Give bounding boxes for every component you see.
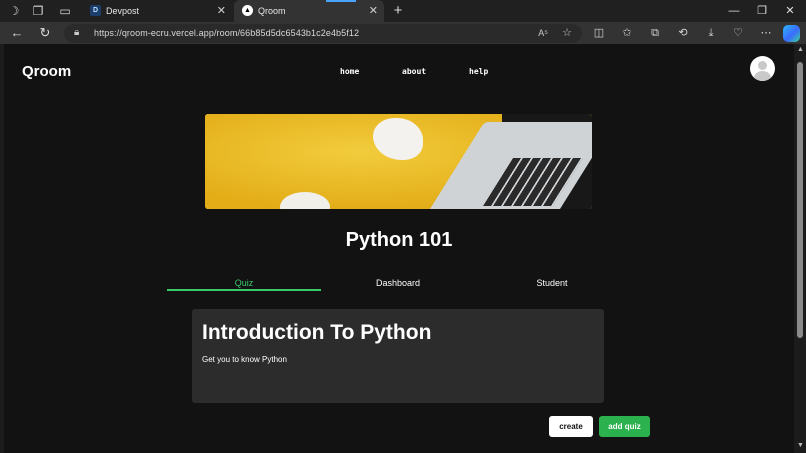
page-title: Python 101 (345, 229, 453, 251)
favorite-star-icon[interactable]: ☆ (562, 26, 572, 41)
workspaces-icon[interactable]: ❐ (30, 3, 46, 19)
scrollbar-thumb[interactable] (797, 62, 803, 338)
tab-dashboard[interactable]: Dashboard (321, 278, 475, 288)
tab-student[interactable]: Student (475, 278, 629, 288)
close-icon[interactable]: ✕ (217, 0, 226, 22)
page-scrollbar[interactable]: ▲ ▼ (794, 44, 806, 453)
close-window-icon[interactable]: ✕ (776, 0, 804, 22)
scroll-up-icon[interactable]: ▲ (797, 46, 804, 53)
browser-window: ☽ ❐ ▭ D Devpost ✕ ▲ Qroom ✕ + — ❐ ✕ ← ↻ … (0, 0, 806, 453)
refresh-icon[interactable]: ↻ (37, 25, 53, 41)
nav-home[interactable]: home (340, 67, 359, 76)
restore-icon[interactable]: ❐ (748, 0, 776, 22)
site-logo[interactable]: Qroom (22, 63, 71, 80)
vercel-favicon-icon: ▲ (242, 5, 253, 16)
address-bar[interactable]: 🔒︎ https://qroom-ecru.vercel.app/room/66… (64, 24, 582, 43)
add-quiz-button[interactable]: add quiz (599, 416, 650, 437)
url-text[interactable]: https://qroom-ecru.vercel.app/room/66b85… (94, 24, 359, 43)
back-icon[interactable]: ← (9, 25, 25, 41)
split-screen-icon[interactable]: ◫ (591, 25, 607, 41)
downloads-icon[interactable]: ⤓ (703, 25, 719, 41)
read-aloud-icon[interactable]: A⁵ (538, 26, 548, 41)
room-banner-image (205, 114, 592, 209)
quiz-title: Introduction To Python (202, 321, 432, 344)
vertical-tabs-icon[interactable]: ▭ (57, 3, 73, 19)
history-icon[interactable]: ⟲ (675, 25, 691, 41)
nav-help[interactable]: help (469, 67, 488, 76)
tab-title: Qroom (258, 6, 286, 16)
more-menu-icon[interactable]: ⋯ (758, 25, 774, 41)
copilot-icon[interactable] (783, 25, 800, 42)
tab-devpost[interactable]: D Devpost ✕ (82, 0, 232, 22)
quiz-description: Get you to know Python (202, 355, 287, 364)
address-toolbar: ← ↻ 🔒︎ https://qroom-ecru.vercel.app/roo… (0, 22, 806, 44)
browser-logo-icon[interactable]: ☽ (6, 3, 22, 19)
new-tab-icon[interactable]: + (390, 2, 406, 20)
avatar[interactable] (750, 56, 775, 81)
lock-icon[interactable]: 🔒︎ (74, 26, 86, 40)
nav-about[interactable]: about (402, 67, 426, 76)
active-tab-indicator (326, 0, 356, 2)
avatar-body-shape (754, 71, 771, 81)
collections-icon[interactable]: ⧉ (647, 25, 663, 41)
close-icon[interactable]: ✕ (369, 0, 378, 22)
tab-qroom[interactable]: ▲ Qroom ✕ (234, 0, 384, 22)
tab-title: Devpost (106, 6, 140, 16)
minimize-icon[interactable]: — (720, 0, 748, 22)
page-viewport: Qroom home about help Python 101 Quiz Da… (4, 44, 794, 453)
browser-essentials-icon[interactable]: ♡ (730, 25, 746, 41)
favorites-icon[interactable]: ✩ (619, 25, 635, 41)
selected-tab-underline (167, 289, 321, 291)
avatar-head-shape (758, 61, 767, 70)
tab-strip: ☽ ❐ ▭ D Devpost ✕ ▲ Qroom ✕ + — ❐ ✕ (0, 0, 806, 22)
tab-quiz[interactable]: Quiz (167, 278, 321, 288)
scroll-down-icon[interactable]: ▼ (797, 442, 804, 449)
devpost-favicon-icon: D (90, 5, 101, 16)
create-button[interactable]: create (549, 416, 593, 437)
quiz-card[interactable]: Introduction To Python Get you to know P… (192, 309, 604, 403)
